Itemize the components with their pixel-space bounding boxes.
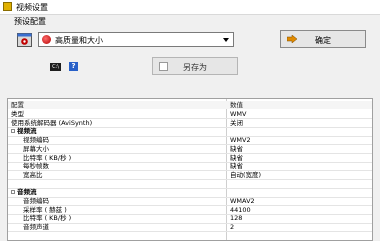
- grid-row[interactable]: 类型 WMV: [8, 110, 372, 118]
- grid-row-name: 音频声道: [23, 223, 49, 232]
- grid-row-name: 比特率 ( KB/秒 ): [23, 214, 72, 223]
- grid-row-name: 使用系统解码器 (AviSynth): [11, 118, 93, 127]
- ok-button-label: 确定: [315, 36, 331, 45]
- grid-row-value: 缺省: [230, 162, 243, 171]
- grid-row[interactable]: 采样率 ( 赫兹 ) 44100: [8, 206, 372, 214]
- grid-row[interactable]: 宽高比 自动(宽度): [8, 171, 372, 179]
- preset-selected-value: 高质量和大小: [55, 36, 103, 45]
- grid-row-value: 2: [230, 223, 235, 232]
- grid-row[interactable]: 每秒帧数 缺省: [8, 162, 372, 170]
- grid-row[interactable]: 视频编码 WMV2: [8, 136, 372, 144]
- ok-button[interactable]: 确定: [280, 30, 366, 48]
- grid-row-value: 关闭: [230, 118, 243, 127]
- grid-row-value: WMV2: [230, 136, 251, 145]
- grid-row[interactable]: 音频声道 2: [8, 223, 372, 231]
- command-prompt-icon[interactable]: C:\: [50, 63, 61, 71]
- grid-row-value: 128: [230, 214, 243, 223]
- title-bar: 视频设置: [0, 0, 380, 15]
- grid-row-value: 缺省: [230, 153, 243, 162]
- grid-row-name: 每秒帧数: [23, 162, 49, 171]
- preset-dropdown[interactable]: 高质量和大小: [38, 32, 234, 47]
- grid-row-name: 宽高比: [23, 170, 43, 179]
- grid-header-row: 配置 数值: [8, 101, 372, 109]
- grid-row-value: WMAV2: [230, 197, 255, 205]
- grid-row-value: 44100: [230, 205, 251, 214]
- video-preset-icon: [17, 33, 32, 47]
- quality-dot-icon: [42, 35, 51, 44]
- header-value: 数值: [230, 101, 243, 109]
- header-name: 配置: [11, 101, 24, 109]
- save-as-button-label: 另存为: [183, 63, 207, 72]
- grid-row-value: 自动(宽度): [230, 170, 262, 179]
- grid-row[interactable]: 使用系统解码器 (AviSynth) 关闭: [8, 119, 372, 127]
- window-title: 视频设置: [16, 3, 48, 12]
- app-icon: [3, 2, 12, 11]
- grid-row-name: 比特率 ( KB/秒 ): [23, 153, 72, 162]
- chevron-down-icon[interactable]: [223, 38, 229, 42]
- grid-row-name: 视频编码: [23, 136, 49, 145]
- grid-row-name: 视频流: [17, 127, 37, 136]
- collapse-toggle-icon[interactable]: [11, 129, 15, 134]
- grid-row-name: 音频流: [17, 188, 37, 197]
- collapse-toggle-icon[interactable]: [11, 190, 15, 195]
- grid-row-name: 采样率 ( 赫兹 ): [23, 205, 67, 214]
- grid-row[interactable]: [8, 180, 372, 188]
- grid-row[interactable]: 屏幕大小 缺省: [8, 145, 372, 153]
- grid-row-value: 缺省: [230, 144, 243, 153]
- grid-row-value: WMV: [230, 110, 247, 118]
- grid-section-row[interactable]: 音频流: [8, 188, 372, 196]
- grid-row-name: 类型: [11, 110, 24, 118]
- grid-row[interactable]: 音频编码 WMAV2: [8, 197, 372, 205]
- settings-grid[interactable]: 配置 数值 类型 WMV 使用系统解码器 (AviSynth) 关闭视频流 视频编码 WM…: [7, 98, 373, 241]
- help-icon[interactable]: ?: [69, 62, 78, 71]
- row-divider: [8, 231, 372, 233]
- grid-row-name: 音频编码: [23, 197, 49, 205]
- grid-row[interactable]: 比特率 ( KB/秒 ) 128: [8, 214, 372, 222]
- preset-label: 预设配置: [14, 17, 46, 26]
- save-as-button[interactable]: 另存为: [152, 57, 238, 75]
- grid-row-name: 屏幕大小: [23, 144, 49, 153]
- grid-section-row[interactable]: 视频流: [8, 127, 372, 135]
- grid-row[interactable]: 比特率 ( KB/秒 ) 缺省: [8, 154, 372, 162]
